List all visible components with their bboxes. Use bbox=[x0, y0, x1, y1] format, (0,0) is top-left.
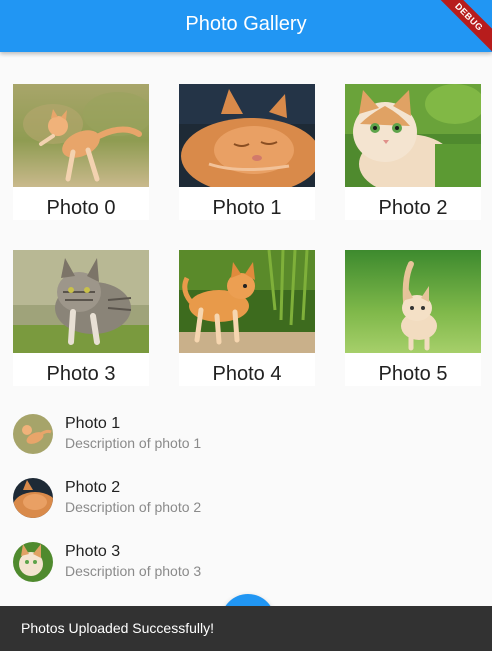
list-item-title: Photo 1 bbox=[65, 415, 121, 432]
photo-card-4[interactable]: Photo 4 bbox=[179, 250, 315, 386]
kitten-in-meadow-image bbox=[345, 250, 481, 353]
photo-card-5[interactable]: Photo 5 bbox=[345, 250, 481, 386]
list-item[interactable]: Photo 1 Description of photo 1 bbox=[0, 404, 492, 464]
list-item-title: Photo 2 bbox=[65, 479, 121, 496]
photo-card-label: Photo 3 bbox=[46, 363, 116, 385]
photo-card-label: Photo 4 bbox=[212, 363, 282, 385]
avatar bbox=[13, 542, 53, 582]
tabby-walking-image bbox=[13, 250, 149, 353]
avatar bbox=[13, 478, 53, 518]
debug-banner-label: DEBUG bbox=[432, 0, 492, 59]
list-item[interactable]: Photo 2 Description of photo 2 bbox=[0, 468, 492, 528]
snackbar-message: Photos Uploaded Successfully! bbox=[21, 620, 214, 636]
list-item-subtitle: Description of photo 2 bbox=[65, 499, 202, 515]
debug-banner: DEBUG bbox=[432, 0, 492, 60]
photo-card-label: Photo 1 bbox=[212, 197, 282, 219]
photo-card-3[interactable]: Photo 3 bbox=[13, 250, 149, 386]
photo-card-0[interactable]: Photo 0 bbox=[13, 84, 149, 220]
avatar bbox=[13, 414, 53, 454]
snackbar: Photos Uploaded Successfully! bbox=[0, 606, 492, 651]
app-bar: Photo Gallery bbox=[0, 0, 492, 52]
list-item[interactable]: Photo 3 Description of photo 3 bbox=[0, 532, 492, 592]
kitten-jumping-image bbox=[13, 84, 149, 187]
photo-card-2[interactable]: Photo 2 bbox=[345, 84, 481, 220]
page-title: Photo Gallery bbox=[185, 13, 307, 35]
list-item-title: Photo 3 bbox=[65, 543, 121, 560]
list-item-subtitle: Description of photo 1 bbox=[65, 435, 202, 451]
kitten-in-grass-image bbox=[345, 84, 481, 187]
orange-kitten-walking-image bbox=[179, 250, 315, 353]
list-item-subtitle: Description of photo 3 bbox=[65, 563, 202, 579]
photo-card-label: Photo 0 bbox=[46, 197, 116, 219]
cat-sleeping-image bbox=[179, 84, 315, 187]
photo-card-1[interactable]: Photo 1 bbox=[179, 84, 315, 220]
photo-card-label: Photo 5 bbox=[378, 363, 448, 385]
photo-card-label: Photo 2 bbox=[378, 197, 448, 219]
